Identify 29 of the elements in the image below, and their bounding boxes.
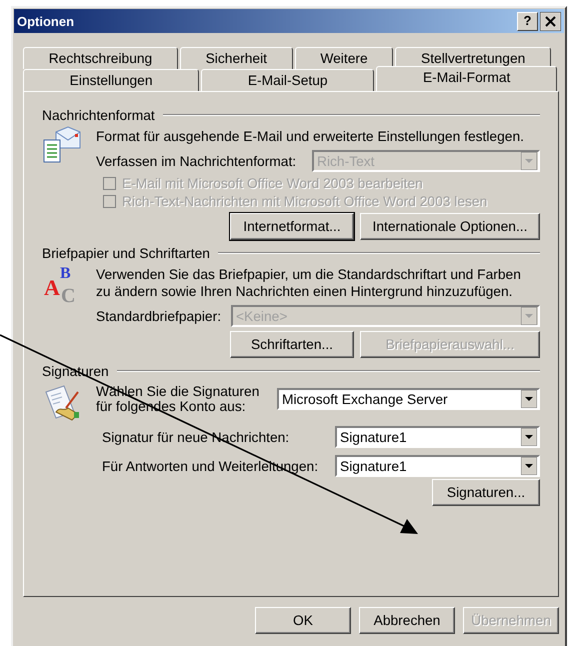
signature-dropdown[interactable]: Signature1: [335, 426, 540, 448]
dropdown-arrow-icon: [521, 428, 537, 446]
help-button[interactable]: ?: [517, 12, 538, 30]
window-title: Optionen: [17, 14, 74, 28]
description-text: Format für ausgehende E-Mail und erweiterte Einstellungen festlegen.: [96, 128, 525, 145]
tab[interactable]: E-Mail-Setup: [201, 69, 374, 91]
format-label: Verfassen im Nachrichtenformat:: [96, 154, 296, 168]
group-title: Briefpapier und Schriftarten: [42, 246, 210, 260]
account-dropdown[interactable]: Microsoft Exchange Server: [277, 388, 540, 410]
dialog-button[interactable]: Schriftarten...: [230, 331, 354, 358]
tab[interactable]: Einstellungen: [23, 69, 200, 91]
dialog-button[interactable]: Internationale Optionen...: [360, 213, 540, 240]
tab[interactable]: Rechtschreibung: [23, 47, 178, 69]
group-title: Nachrichtenformat: [42, 108, 155, 122]
dialog-button[interactable]: Internetformat...: [230, 213, 354, 240]
description-text: Verwenden Sie das Briefpapier, um die Standardschriftart und Farben zu ändern sowie Ihren Nachrichten einen Hintergrund hinzuzufügen.: [96, 266, 522, 300]
stationery-label: Standardbriefpapier:: [96, 308, 222, 324]
dropdown-arrow-icon: [521, 307, 537, 325]
dialog-button[interactable]: OK: [255, 607, 351, 634]
close-button[interactable]: [540, 12, 561, 30]
dialog-button[interactable]: Abbrechen: [359, 607, 455, 634]
tab[interactable]: Sicherheit: [180, 47, 293, 69]
signatures-button[interactable]: Signaturen...: [432, 479, 540, 506]
dropdown-arrow-icon: [521, 152, 537, 170]
signature-label: Signatur für neue Nachrichten:: [102, 430, 290, 444]
dropdown-arrow-icon: [521, 457, 537, 475]
dropdown-arrow-icon: [521, 390, 537, 408]
tab[interactable]: E-Mail-Format: [376, 66, 558, 91]
signature-dropdown[interactable]: Signature1: [335, 455, 540, 477]
